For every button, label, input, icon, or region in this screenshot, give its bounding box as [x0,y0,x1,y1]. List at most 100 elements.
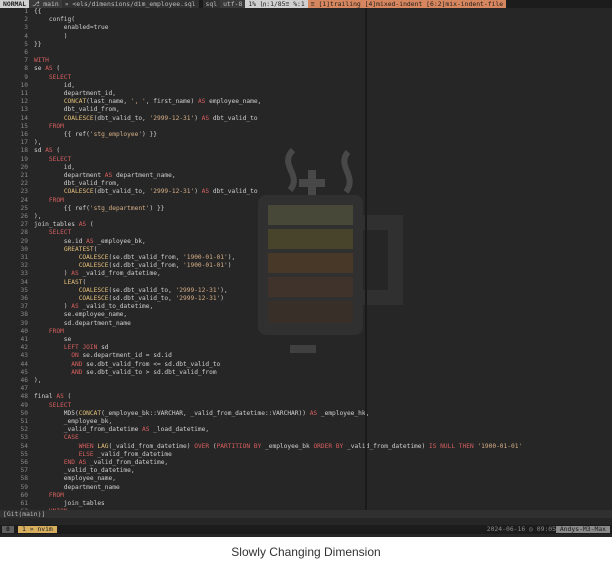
code-text[interactable]: COALESCE(sd.dbt_valid_from, '1900-01-01'… [34,262,232,270]
code-text[interactable]: SELECT [34,74,71,82]
code-line[interactable]: 18 sd AS ( [0,147,365,155]
code-line[interactable]: 36 COALESCE(sd.dbt_valid_to, '2999-12-31… [0,295,365,303]
code-text[interactable]: WHEN LAG(_valid_from_datetime) OVER (PAR… [34,443,522,451]
code-line[interactable]: 19 SELECT [0,156,365,164]
code-text[interactable]: ), [34,213,41,221]
code-line[interactable]: 4 ) [0,33,365,41]
code-line[interactable]: 59 department_name [0,484,365,492]
code-line[interactable]: 31 COALESCE(se.dbt_valid_from, '1900-01-… [0,254,365,262]
code-line[interactable]: 15 FROM [0,123,365,131]
code-line[interactable]: 51 _employee_bk, [0,418,365,426]
code-text[interactable]: COALESCE(dbt_valid_to, '2999-12-31') AS … [34,115,258,123]
code-line[interactable]: 12 CONCAT(last_name, ', ', first_name) A… [0,98,365,106]
code-line[interactable]: 35 COALESCE(se.dbt_valid_to, '2999-12-31… [0,287,365,295]
code-text[interactable]: ), [34,377,41,385]
code-text[interactable]: config( [34,16,75,24]
code-editor[interactable]: 1{{2 config(3 enabled=true 4 ) 5}} 6 7 WITH 8 s… [0,8,612,515]
code-text[interactable]: se [34,336,71,344]
code-line[interactable]: 11 department_id, [0,90,365,98]
code-line[interactable]: 58 employee_name, [0,475,365,483]
code-line[interactable]: 22 dbt_valid_from, [0,180,365,188]
code-text[interactable]: ) AS _valid_to_datetime, [34,303,153,311]
code-text[interactable]: dbt_valid_from, [34,180,120,188]
code-line[interactable]: 44 AND se.dbt_valid_from <= sd.dbt_valid… [0,361,365,369]
code-line[interactable]: 23 COALESCE(dbt_valid_to, '2999-12-31') … [0,188,365,196]
code-text[interactable]: CONCAT(last_name, ', ', first_name) AS e… [34,98,261,106]
code-line[interactable]: 40 FROM [0,328,365,336]
code-line[interactable]: 5}} [0,41,365,49]
code-line[interactable]: 33 ) AS _valid_from_datetime, [0,270,365,278]
code-line[interactable]: 8 se AS ( [0,65,365,73]
code-text[interactable]: CASE [34,434,79,442]
code-line[interactable]: 16 {{ ref('stg_employee') }} [0,131,365,139]
code-text[interactable]: se AS ( [34,65,60,73]
code-text[interactable]: department_id, [34,90,116,98]
code-text[interactable]: ELSE _valid_from_datetime [34,451,172,459]
code-text[interactable]: WITH [34,57,49,65]
code-line[interactable]: 61 join_tables [0,500,365,508]
code-text[interactable]: LEAST( [34,279,86,287]
code-text[interactable]: employee_name, [34,475,116,483]
code-line[interactable]: 7 WITH [0,57,365,65]
code-text[interactable]: _valid_to_datetime, [34,467,135,475]
code-line[interactable]: 46), [0,377,365,385]
code-text[interactable]: se.id AS _employee_bk, [34,238,146,246]
code-line[interactable]: 27 join_tables AS ( [0,221,365,229]
code-line[interactable]: 30 GREATEST( [0,246,365,254]
code-text[interactable]: GREATEST( [34,246,98,254]
code-line[interactable]: 56 END AS _valid_from_datetime, [0,459,365,467]
code-text[interactable]: ) [34,33,68,41]
code-text[interactable]: ) AS _valid_from_datetime, [34,270,161,278]
code-line[interactable]: 10 id, [0,82,365,90]
code-text[interactable]: department_name [34,484,120,492]
code-line[interactable]: 53 CASE [0,434,365,442]
code-line[interactable]: 21 department AS department_name, [0,172,365,180]
code-line[interactable]: 13 dbt_valid_from, [0,106,365,114]
code-line[interactable]: 39 sd.department_name [0,320,365,328]
code-text[interactable]: AND se.dbt_valid_to > sd.dbt_valid_from [34,369,216,377]
code-text[interactable]: se.employee_name, [34,311,127,319]
code-line[interactable]: 1 {{ [0,8,365,16]
code-line[interactable]: 43 ON se.department_id = sd.id [0,352,365,360]
code-text[interactable]: FROM [34,123,64,131]
code-text[interactable]: id, [34,82,75,90]
code-text[interactable]: COALESCE(se.dbt_valid_from, '1900-01-01'… [34,254,235,262]
code-line[interactable]: 54 WHEN LAG(_valid_from_datetime) OVER (… [0,443,523,451]
code-line[interactable]: 34 LEAST( [0,279,365,287]
code-line[interactable]: 2 config( [0,16,365,24]
code-text[interactable]: MD5(CONCAT(_employee_bk::VARCHAR, _valid… [34,410,370,418]
code-line[interactable]: 57 _valid_to_datetime, [0,467,365,475]
code-text[interactable]: department AS department_name, [34,172,176,180]
code-line[interactable]: 47 [0,385,365,393]
code-line[interactable]: 26), [0,213,365,221]
code-text[interactable]: dbt_valid_from, [34,106,120,114]
code-text[interactable]: {{ ref('stg_department') }} [34,205,165,213]
code-line[interactable]: 55 ELSE _valid_from_datetime [0,451,365,459]
code-line[interactable]: 17), [0,139,365,147]
code-text[interactable]: ON se.department_id = sd.id [34,352,172,360]
code-line[interactable]: 3 enabled=true [0,24,365,32]
code-text[interactable]: sd.department_name [34,320,131,328]
code-line[interactable]: 29 se.id AS _employee_bk, [0,238,365,246]
code-text[interactable]: COALESCE(se.dbt_valid_to, '2999-12-31'), [34,287,228,295]
code-text[interactable]: final AS ( [34,393,71,401]
code-line[interactable]: 20 id, [0,164,365,172]
code-text[interactable]: enabled=true [34,24,109,32]
code-text[interactable]: join_tables [34,500,105,508]
code-line[interactable]: 37 ) AS _valid_to_datetime, [0,303,365,311]
code-text[interactable]: _valid_from_datetime AS _load_datetime, [34,426,209,434]
code-line[interactable]: 24 FROM [0,197,365,205]
code-line[interactable]: 41 se [0,336,365,344]
code-line[interactable]: 42 LEFT JOIN sd [0,344,365,352]
code-text[interactable]: FROM [34,328,64,336]
code-text[interactable]: FROM [34,197,64,205]
file-path[interactable]: » <els/dimensions/dim_employee.sql [61,0,199,8]
code-line[interactable]: 14 COALESCE(dbt_valid_to, '2999-12-31') … [0,115,365,123]
code-line[interactable]: 25 {{ ref('stg_department') }} [0,205,365,213]
code-line[interactable]: 28 SELECT [0,229,365,237]
code-text[interactable]: END AS _valid_from_datetime, [34,459,168,467]
code-text[interactable]: COALESCE(dbt_valid_to, '2999-12-31') AS … [34,188,258,196]
code-text[interactable]: join_tables AS ( [34,221,94,229]
split-divider[interactable] [365,8,367,510]
code-line[interactable]: 48 final AS ( [0,393,365,401]
